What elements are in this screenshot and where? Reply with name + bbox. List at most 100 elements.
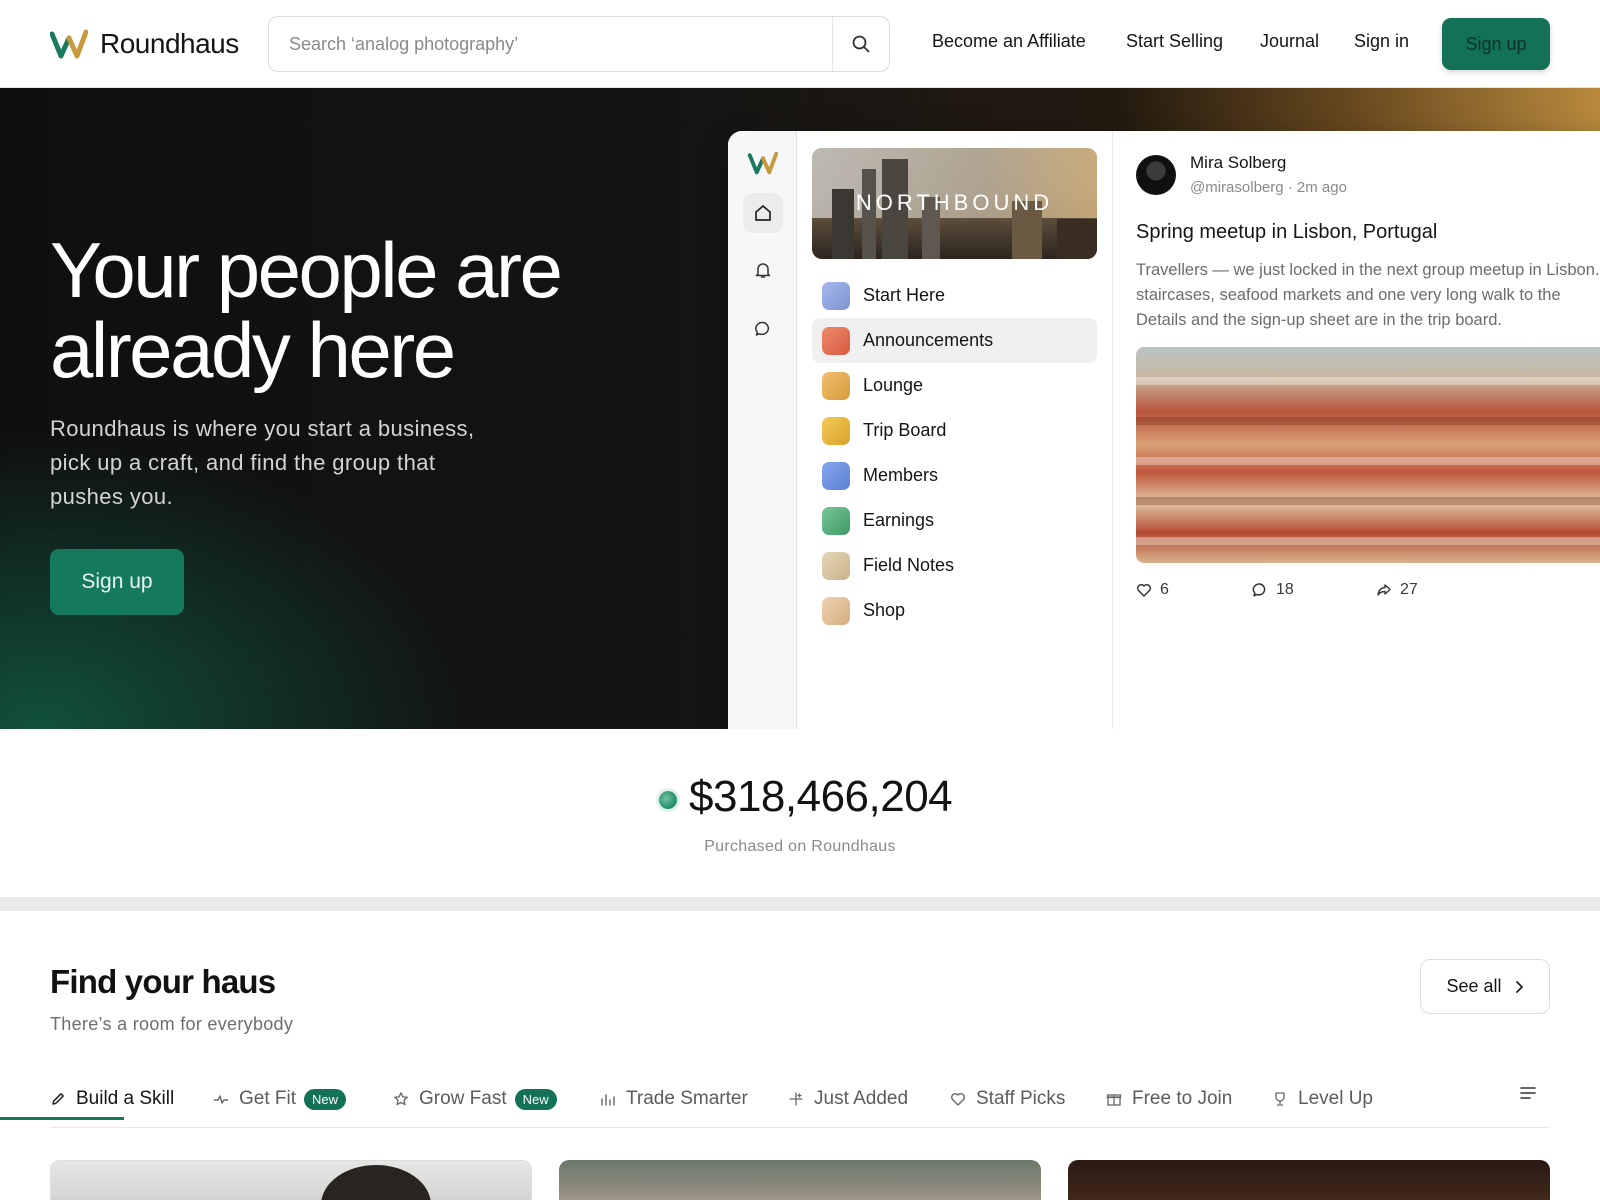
tab-free-to-join[interactable]: Free to Join <box>1106 1078 1232 1120</box>
tab-label: Free to Join <box>1132 1088 1233 1109</box>
nav-become-affiliate[interactable]: Become an Affiliate <box>932 31 1086 52</box>
app-logo-icon <box>747 151 779 175</box>
channel-label: Lounge <box>863 375 924 395</box>
bars-icon <box>601 1094 615 1106</box>
channel-label: Earnings <box>863 510 935 530</box>
post-handle-time: @mirasolberg · 2m ago <box>1190 179 1347 196</box>
post-author[interactable]: Mira Solberg <box>1190 153 1286 173</box>
channel-icon <box>822 461 850 490</box>
channel-label: Field Notes <box>863 555 955 575</box>
channel-list: Start Here Announcements Lounge Trip Boa… <box>812 273 1097 633</box>
channel-icon <box>822 506 850 535</box>
feed-post: Mira Solberg @mirasolberg · 2m ago Sprin… <box>1113 131 1600 729</box>
header-sign-up-button[interactable]: Sign up <box>1442 18 1550 70</box>
hero-section: Your people are already here Roundhaus i… <box>0 88 1600 729</box>
post-body-line: staircases, seafood markets and one very… <box>1136 286 1561 304</box>
home-icon <box>755 205 771 221</box>
community-card[interactable] <box>559 1160 1041 1200</box>
top-header: Roundhaus Become an Affiliate Start Sell… <box>0 0 1600 88</box>
tab-label: Build a Skill <box>76 1088 175 1109</box>
community-card[interactable] <box>1068 1160 1550 1200</box>
category-tabs: Build a Skill Get Fit New Grow Fast New … <box>50 1070 1550 1128</box>
channel-label: Shop <box>863 600 906 620</box>
roundhaus-logo-icon <box>50 29 88 59</box>
tab-trade-smarter[interactable]: Trade Smarter <box>600 1078 748 1120</box>
channel-trip-board[interactable]: Trip Board <box>812 408 1097 453</box>
nav-sign-in[interactable]: Sign in <box>1354 31 1409 52</box>
like-button[interactable]: 6 <box>1136 581 1169 599</box>
comment-button[interactable]: 18 <box>1252 581 1294 599</box>
tab-get-fit[interactable]: Get Fit New <box>213 1078 347 1120</box>
card-thumbnail <box>321 1165 431 1200</box>
channel-icon <box>822 416 850 445</box>
section-divider <box>0 897 1600 911</box>
nav-journal[interactable]: Journal <box>1260 31 1319 52</box>
rail-notifications-button[interactable] <box>743 250 783 290</box>
see-all-button[interactable]: See all <box>1420 959 1550 1014</box>
tab-staff-picks[interactable]: Staff Picks <box>950 1078 1065 1120</box>
tab-level-up[interactable]: Level Up <box>1272 1078 1373 1120</box>
search-button[interactable] <box>832 17 889 71</box>
share-icon <box>1377 584 1391 596</box>
channel-label: Trip Board <box>863 420 947 440</box>
heart-icon <box>1136 583 1152 597</box>
channel-icon <box>822 371 850 400</box>
community-name: NORTHBOUND <box>855 190 1054 215</box>
app-preview: NORTHBOUND Start Here Announcements Loun… <box>728 131 1600 729</box>
star-icon <box>394 1092 408 1106</box>
comment-icon <box>1252 583 1266 597</box>
channel-announcements[interactable]: Announcements <box>812 318 1097 363</box>
author-avatar[interactable] <box>1136 155 1176 195</box>
post-body-line: Travellers — we just locked in the next … <box>1136 261 1600 279</box>
brand-name: Roundhaus <box>100 28 239 59</box>
channel-icon <box>822 326 850 355</box>
tab-grow-fast[interactable]: Grow Fast New <box>393 1078 557 1120</box>
new-badge: New <box>514 1088 557 1110</box>
search-input[interactable] <box>289 17 819 71</box>
section-title: Find your haus <box>50 963 276 1000</box>
hero-subtitle: Roundhaus is where you start a business,… <box>50 416 475 509</box>
purchase-total-label: Purchased on Roundhaus <box>704 838 896 855</box>
gift-icon <box>1106 1094 1122 1106</box>
hero-title-line-1: Your people are <box>50 226 563 314</box>
filter-menu-icon[interactable] <box>1520 1086 1536 1100</box>
post-title[interactable]: Spring meetup in Lisbon, Portugal <box>1136 221 1437 244</box>
tab-label: Staff Picks <box>976 1088 1066 1109</box>
channel-earnings[interactable]: Earnings <box>812 498 1097 543</box>
sparkle-icon <box>789 1092 803 1106</box>
channel-lounge[interactable]: Lounge <box>812 363 1097 408</box>
channel-start-here[interactable]: Start Here <box>812 273 1097 318</box>
channel-icon <box>822 596 850 625</box>
hero-sign-up-button[interactable]: Sign up <box>50 549 184 615</box>
search-bar <box>268 16 890 72</box>
share-button[interactable]: 27 <box>1376 581 1418 599</box>
community-card[interactable] <box>50 1160 532 1200</box>
channel-members[interactable]: Members <box>812 453 1097 498</box>
channel-label: Announcements <box>863 330 994 350</box>
chat-bubble-icon <box>755 321 770 336</box>
nav-start-selling[interactable]: Start Selling <box>1126 31 1223 52</box>
hero-title-line-2: already here <box>50 306 456 394</box>
channel-icon <box>822 551 850 580</box>
section-subtitle: There’s a room for everybody <box>50 1014 294 1034</box>
channel-sidebar: NORTHBOUND Start Here Announcements Loun… <box>797 131 1113 729</box>
channel-label: Members <box>863 465 939 485</box>
post-reactions: 6 18 27 <box>1136 581 1436 601</box>
trophy-icon <box>1275 1092 1285 1106</box>
channel-shop[interactable]: Shop <box>812 588 1097 633</box>
pulse-icon <box>214 1095 228 1104</box>
tab-label: Grow Fast <box>419 1088 507 1109</box>
community-banner[interactable]: NORTHBOUND <box>812 148 1097 259</box>
channel-icon <box>822 281 850 310</box>
comment-count: 18 <box>1276 581 1294 598</box>
brand-logo[interactable]: Roundhaus <box>50 26 239 62</box>
rail-messages-button[interactable] <box>743 309 783 349</box>
channel-field-notes[interactable]: Field Notes <box>812 543 1097 588</box>
post-image-lisbon[interactable] <box>1136 347 1600 563</box>
tab-label: Just Added <box>814 1088 909 1109</box>
tab-just-added[interactable]: Just Added <box>788 1078 908 1120</box>
rail-home-button[interactable] <box>743 193 783 233</box>
tab-build-a-skill[interactable]: Build a Skill <box>50 1078 174 1120</box>
heart-icon <box>951 1093 965 1106</box>
app-icon-rail <box>728 131 797 729</box>
